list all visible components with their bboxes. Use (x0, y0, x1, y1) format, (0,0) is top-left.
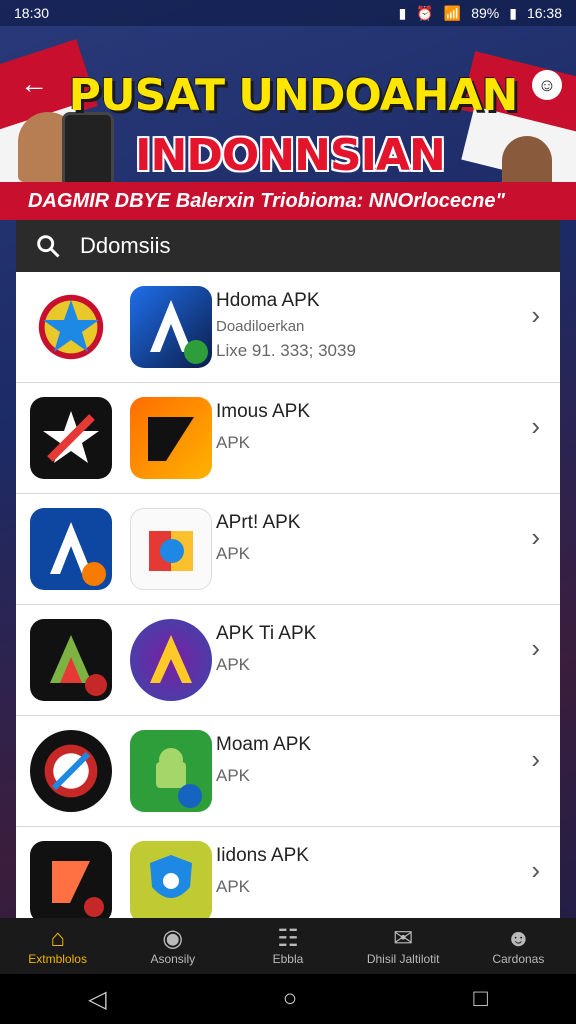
item-subtitle: APK (216, 655, 251, 674)
bottom-navigation: ⌂ Extmblolos ◉ Asonsily ☷ Ebbla ✉ Dhisil… (0, 918, 576, 974)
star-pencil-icon (30, 397, 112, 479)
status-time: 18:30 (14, 5, 50, 21)
home-icon: ⌂ (50, 925, 65, 952)
search-icon (37, 235, 60, 258)
search-bar[interactable]: Ddomsiis (16, 220, 560, 272)
item-title: Hdoma APK (216, 290, 320, 311)
item-title: Iidons APK (216, 845, 309, 866)
item-title: Moam APK (216, 734, 312, 755)
back-arrow-icon[interactable]: ← (20, 70, 48, 98)
nav-item-profile[interactable]: ☻ Cardonas (463, 925, 573, 967)
apk-a-icon (30, 619, 112, 701)
compass-icon (30, 730, 112, 812)
chevron-right-icon[interactable]: › (531, 300, 540, 331)
item-subtitle: Doadiloerkan (216, 318, 305, 335)
nav-label: Ebbla (272, 952, 304, 966)
item-text: APrt! APK APK (216, 512, 516, 564)
item-title: APrt! APK (216, 512, 301, 533)
app-list-panel: Ddomsiis Hdoma APK Doadiloerkan Lixe 91.… (16, 220, 560, 918)
ribbon-banner: DAGMIR DBYE Balerxin Triobioma: NNOrloce… (0, 182, 576, 220)
chat-icon: ✉ (393, 925, 414, 952)
chevron-right-icon[interactable]: › (531, 633, 540, 664)
hero-banner: ← PUSAT UNDOAHAN INDONNSIAN ☺ DAGMIR DBY… (0, 26, 576, 220)
vibrate-icon: ▮ (398, 4, 407, 21)
globe-icon: ◉ (162, 925, 184, 952)
item-date: Lixe 91. 333; 3039 (216, 341, 356, 360)
item-title: Imous APK (216, 401, 310, 422)
item-text: APK Ti APK APK (216, 623, 516, 675)
system-nav-bar: ◁ ○ □ (0, 974, 576, 1024)
item-subtitle: APK (216, 877, 251, 896)
nav-item-globe[interactable]: ◉ Asonsily (118, 925, 228, 967)
status-bar: 18:30 ▮ ⏰ 📶 89% ▮ 16:38 (0, 0, 576, 26)
apk-logo-icon (30, 508, 112, 590)
search-label: Ddomsiis (80, 233, 171, 258)
shield-icon (130, 841, 212, 918)
apk-colorful-icon (130, 508, 212, 590)
list-item[interactable]: APK Ti APK APK › (16, 605, 560, 716)
list-item[interactable]: Imous APK APK › (16, 383, 560, 494)
nav-item-home[interactable]: ⌂ Extmblolos (3, 925, 113, 967)
list-item[interactable]: Moam APK APK › (16, 716, 560, 827)
emoji-icon[interactable]: ☺ (532, 70, 562, 100)
battery-icon: ▮ (509, 4, 517, 21)
android-icon (130, 730, 212, 812)
item-text: Imous APK APK (216, 401, 516, 453)
alarm-icon: ⏰ (416, 4, 434, 21)
chevron-right-icon[interactable]: › (531, 744, 540, 775)
star-badge-icon (30, 286, 112, 368)
apk-gradient-a-icon (130, 619, 212, 701)
person-icon: ☻ (505, 925, 531, 952)
grid-icon: ☷ (277, 925, 299, 952)
item-text: Hdoma APK Doadiloerkan Lixe 91. 333; 303… (216, 290, 516, 361)
apk-logo-icon (130, 286, 212, 368)
page-title: PUSAT UNDOAHAN (68, 70, 519, 121)
list-item[interactable]: APrt! APK APK › (16, 494, 560, 605)
chevron-right-icon[interactable]: › (531, 855, 540, 886)
nav-item-grid[interactable]: ☷ Ebbla (233, 925, 343, 967)
nav-label: Extmblolos (28, 952, 87, 966)
recents-icon[interactable]: □ (473, 985, 488, 1013)
back-icon[interactable]: ◁ (88, 985, 106, 1014)
nav-label: Asonsily (150, 952, 196, 966)
apk-flag-icon (130, 397, 212, 479)
list-item[interactable]: Iidons APK APK › (16, 827, 560, 918)
item-text: Iidons APK APK (216, 845, 516, 897)
chevron-right-icon[interactable]: › (531, 411, 540, 442)
apk-flag-icon (30, 841, 112, 918)
page-subtitle: INDONNSIAN (135, 130, 446, 181)
wifi-icon: 📶 (443, 4, 462, 21)
item-subtitle: APK (216, 544, 251, 563)
chevron-right-icon[interactable]: › (531, 522, 540, 553)
item-subtitle: APK (216, 766, 251, 785)
nav-label: Dhisil Jaltilotit (366, 952, 440, 966)
item-subtitle: APK (216, 433, 251, 452)
list-item[interactable]: Hdoma APK Doadiloerkan Lixe 91. 333; 303… (16, 272, 560, 383)
item-text: Moam APK APK (216, 734, 516, 786)
item-title: APK Ti APK (216, 623, 317, 644)
home-circle-icon[interactable]: ○ (283, 985, 298, 1013)
status-icons: ▮ ⏰ 📶 89% ▮ 16:38 (399, 5, 562, 22)
nav-item-chat[interactable]: ✉ Dhisil Jaltilotit (348, 925, 458, 967)
nav-label: Cardonas (492, 952, 545, 966)
status-clock-right: 16:38 (526, 5, 562, 21)
battery-percent: 89% (471, 5, 500, 21)
